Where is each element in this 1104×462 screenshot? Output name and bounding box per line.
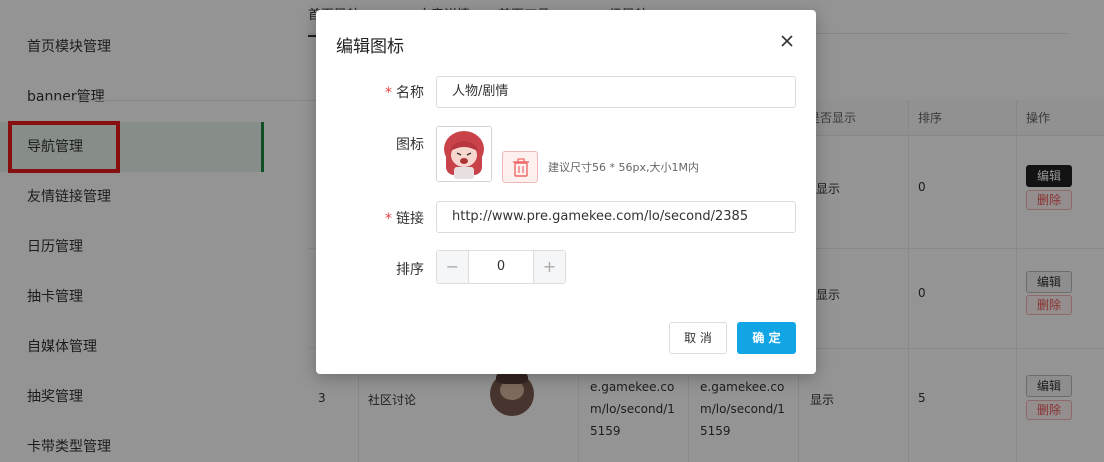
required-mark: * [385,85,392,101]
link-field[interactable]: http://www.pre.gamekee.com/lo/second/238… [436,201,796,233]
link-label: * 链接 [316,208,424,228]
increment-button[interactable]: + [533,251,565,283]
icon-label: 图标 [396,137,424,153]
sort-value[interactable]: 0 [469,251,533,283]
cancel-button[interactable]: 取 消 [669,322,727,354]
icon-preview[interactable] [436,126,492,182]
name-label: * 名称 [316,82,424,102]
sort-stepper[interactable]: − 0 + [436,250,566,284]
trash-icon [513,158,529,177]
dialog-title: 编辑图标 [336,37,404,57]
link-label-text: 链接 [396,211,424,227]
name-label-text: 名称 [396,85,424,101]
name-field[interactable]: 人物/剧情 [436,76,796,108]
confirm-button[interactable]: 确 定 [737,322,796,354]
character-avatar-icon [437,127,491,181]
edit-icon-dialog: 编辑图标 * 名称 人物/剧情 图标 建议尺寸56 * 56px,大小1M内 *… [316,10,816,374]
icon-size-hint: 建议尺寸56 * 56px,大小1M内 [548,161,699,174]
delete-icon-button[interactable] [502,151,538,183]
required-mark: * [385,211,392,227]
sort-label: 排序 [396,262,424,278]
decrement-button[interactable]: − [437,251,469,283]
close-icon[interactable] [778,32,796,50]
